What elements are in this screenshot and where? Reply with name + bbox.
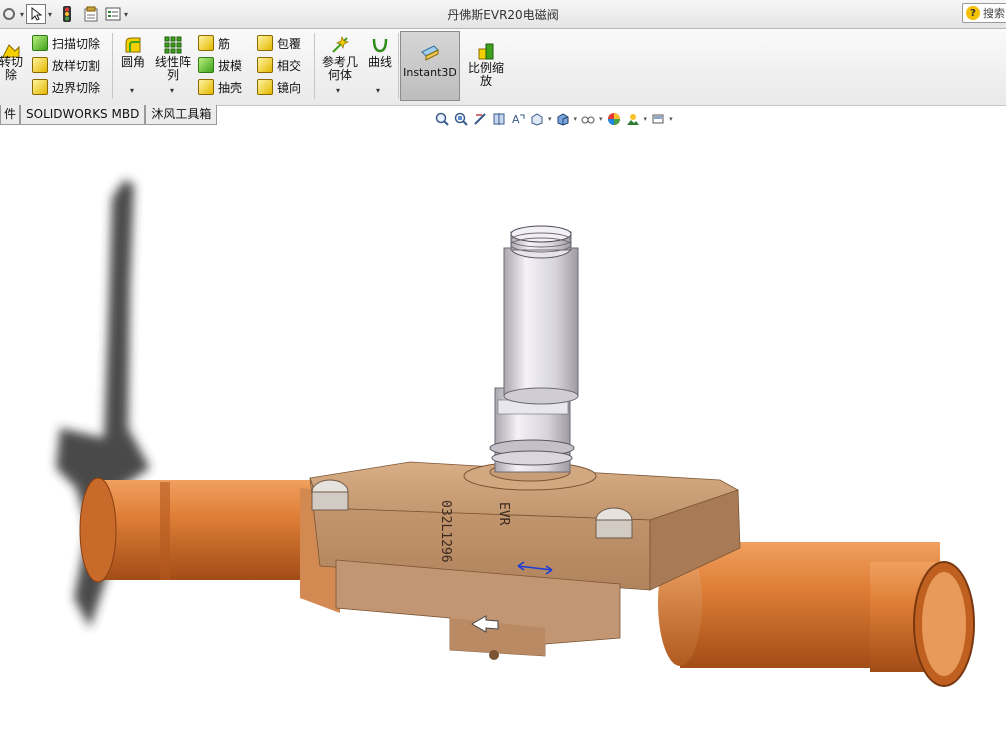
chevron-down-icon[interactable]: ▾ [599,115,603,123]
body-marking-code: 032L1296 [438,500,453,563]
left-copper-pipe [79,477,340,613]
dynamic-annotation-icon[interactable]: A [510,111,526,127]
wrap-icon [257,35,273,51]
plunger-tube [489,225,579,473]
chevron-down-icon[interactable]: ▾ [644,115,648,123]
title-bar: ▾ ▾ ▾ 丹佛斯EVR20电磁阀 ? 搜索 [0,0,1006,29]
display-style-icon[interactable] [555,111,571,127]
scale-button[interactable]: 比例缩 放 [464,41,508,88]
view-settings-icon[interactable] [650,111,666,127]
model-view: 032L1296 EVR [56,180,975,687]
svg-text:A: A [512,113,520,126]
rib-button[interactable]: 筋 [198,33,230,53]
rib-label: 筋 [218,36,231,51]
draft-icon [198,57,214,73]
zoom-to-fit-icon[interactable] [434,111,450,127]
lofted-cut-button[interactable]: 放样切割 [32,55,100,75]
instant3d-icon [420,42,440,62]
revolved-cut-button[interactable]: 转切 除 [0,41,26,82]
curves-icon [370,35,390,55]
chevron-down-icon[interactable]: ▾ [574,115,578,123]
tab-sketch[interactable]: 件 [0,105,21,125]
wrap-button[interactable]: 包覆 [257,33,301,53]
hide-show-items-icon[interactable] [580,111,596,127]
chevron-down-icon[interactable]: ▾ [336,86,340,95]
lofted-cut-icon [32,57,48,73]
mirror-label: 镜向 [277,80,302,95]
view-orientation-icon[interactable] [529,111,545,127]
boundary-cut-button[interactable]: 边界切除 [32,77,100,97]
ribbon-separator [314,33,315,99]
revolved-cut-label: 转切 除 [0,55,23,82]
boundary-cut-label: 边界切除 [52,80,101,95]
window-title: 丹佛斯EVR20电磁阀 [447,8,559,22]
curves-label: 曲线 [367,55,392,69]
chevron-down-icon[interactable]: ▾ [130,86,134,95]
reference-geometry-button[interactable]: 参考几 何体 [320,35,360,82]
edit-appearance-icon[interactable] [606,111,622,127]
swept-cut-button[interactable]: 扫描切除 [32,33,100,53]
graphics-area[interactable]: 032L1296 EVR [0,128,1006,726]
draft-label: 拔模 [218,58,243,73]
mirror-icon [257,79,273,95]
command-manager-ribbon: 转切 除 扫描切除 放样切割 边界切除 圆角 ▾ 线性阵 列 ▾ 筋 拔模 抽壳… [0,29,1006,106]
fillet-button[interactable]: 圆角 [118,35,148,69]
linear-pattern-button[interactable]: 线性阵 列 [152,35,194,82]
shell-button[interactable]: 抽壳 [198,77,242,97]
reference-geometry-icon [330,35,350,55]
heads-up-view-toolbar: A ▾ ▾ ▾ ▾ ▾ [434,110,673,128]
shell-label: 抽壳 [218,80,243,95]
body-marking-brand: EVR [496,502,511,526]
lofted-cut-label: 放样切割 [52,58,101,73]
help-search-box[interactable]: ? 搜索 [962,3,1006,23]
wrap-label: 包覆 [277,36,302,51]
scale-label: 比例缩 放 [467,61,504,88]
command-manager-tabs: 件 SOLIDWORKS MBD 沐风工具箱 [0,105,218,125]
help-icon[interactable]: ? [966,6,980,20]
tab-solidworks-mbd[interactable]: SOLIDWORKS MBD [20,105,146,125]
previous-view-icon[interactable] [472,111,488,127]
shell-icon [198,79,214,95]
boundary-cut-icon [32,79,48,95]
fillet-label: 圆角 [120,55,145,69]
intersect-label: 相交 [277,58,302,73]
linear-pattern-icon [163,35,183,55]
rib-icon [198,35,214,51]
section-view-icon[interactable] [491,111,507,127]
ribbon-separator [112,33,113,99]
draft-button[interactable]: 拔模 [198,55,242,75]
chevron-down-icon[interactable]: ▾ [376,86,380,95]
reference-geometry-label: 参考几 何体 [321,55,358,82]
fillet-icon [123,35,143,55]
instant3d-toggle[interactable]: Instant3D [400,31,460,101]
scale-icon [476,41,496,61]
intersect-button[interactable]: 相交 [257,55,301,75]
instant3d-label: Instant3D [403,66,457,79]
chevron-down-icon[interactable]: ▾ [170,86,174,95]
curves-button[interactable]: 曲线 [364,35,396,69]
chevron-down-icon[interactable]: ▾ [548,115,552,123]
ribbon-separator [398,33,399,99]
zoom-to-area-icon[interactable] [453,111,469,127]
swept-cut-label: 扫描切除 [52,36,101,51]
swept-cut-icon [32,35,48,51]
tab-mufeng-toolbox[interactable]: 沐风工具箱 [145,105,218,125]
linear-pattern-label: 线性阵 列 [154,55,191,82]
chevron-down-icon[interactable]: ▾ [669,115,673,123]
intersect-icon [257,57,273,73]
search-label: 搜索 [983,7,1005,20]
mirror-button[interactable]: 镜向 [257,77,301,97]
apply-scene-icon[interactable] [625,111,641,127]
